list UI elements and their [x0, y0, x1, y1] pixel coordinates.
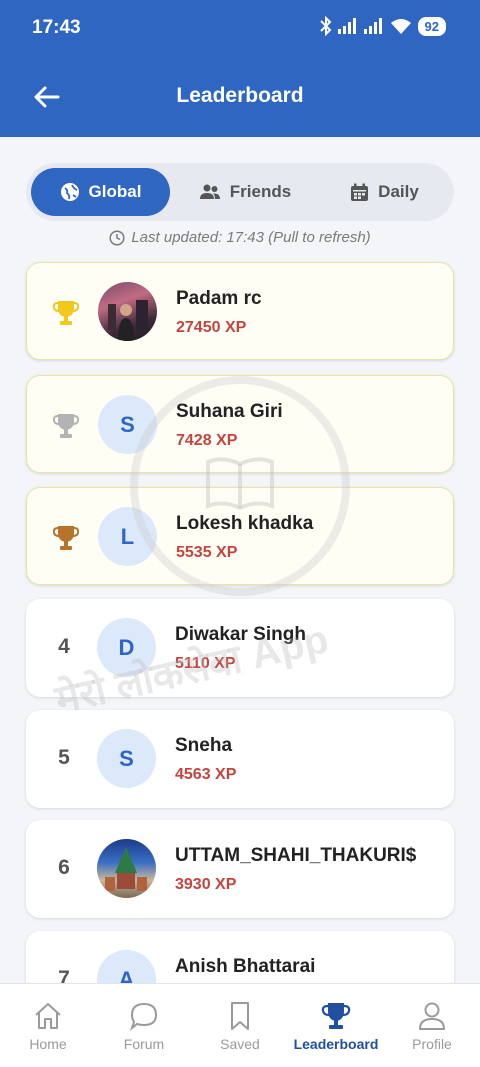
forum-icon — [129, 1002, 158, 1031]
nav-home[interactable]: Home — [0, 984, 96, 1067]
profile-icon — [419, 1002, 445, 1030]
player-xp: 5535 XP — [176, 544, 238, 561]
player-name: Anish Bhattarai — [175, 956, 316, 977]
user-photo — [105, 847, 147, 891]
tab-daily-label: Daily — [378, 182, 419, 201]
nav-saved[interactable]: Saved — [192, 984, 288, 1067]
nav-forum[interactable]: Forum — [96, 984, 192, 1067]
player-name: Padam rc — [176, 288, 262, 309]
nav-leaderboard[interactable]: Leaderboard — [288, 984, 384, 1067]
leaderboard-row[interactable]: 7 A Anish Bhattarai — [26, 931, 454, 983]
tab-global[interactable]: Global — [31, 168, 170, 216]
player-xp: 3930 XP — [175, 876, 237, 893]
bottom-nav: Home Forum Saved Leaderboard Profile — [0, 983, 480, 1067]
avatar: S — [98, 395, 157, 454]
rank-number: 4 — [58, 635, 70, 658]
player-name: Diwakar Singh — [175, 624, 306, 645]
leaderboard-list[interactable]: Global Friends Daily Last updated: 17:43… — [0, 0, 480, 983]
avatar — [98, 282, 157, 341]
player-name: Sneha — [175, 735, 233, 756]
leaderboard-row[interactable]: 6 UTTAM_SHAHI_THAKURI$ 3930 XP — [26, 820, 454, 918]
nav-home-label: Home — [29, 1036, 67, 1052]
gold-trophy-icon — [53, 301, 79, 325]
friends-icon — [199, 184, 220, 199]
player-xp: 7428 XP — [176, 432, 238, 449]
avatar: D — [97, 618, 156, 677]
nav-profile-label: Profile — [412, 1036, 452, 1052]
bronze-trophy-icon — [53, 526, 79, 550]
last-updated: Last updated: 17:43 (Pull to refresh) — [0, 229, 480, 246]
avatar: L — [98, 507, 157, 566]
nav-saved-label: Saved — [220, 1036, 260, 1052]
player-name: Suhana Giri — [176, 401, 283, 422]
player-name: UTTAM_SHAHI_THAKURI$ — [175, 845, 417, 866]
rank-number: 7 — [58, 967, 70, 983]
tab-friends[interactable]: Friends — [180, 168, 310, 216]
leaderboard-row[interactable]: L Lokesh khadka 5535 XP — [26, 487, 454, 585]
leaderboard-tabs: Global Friends Daily — [26, 163, 454, 221]
leaderboard-row[interactable]: S Suhana Giri 7428 XP — [26, 375, 454, 473]
avatar — [97, 839, 156, 898]
leaderboard-row[interactable]: 5 S Sneha 4563 XP — [26, 710, 454, 808]
calendar-icon — [351, 183, 369, 201]
leaderboard-row[interactable]: 4 D Diwakar Singh 5110 XP — [26, 599, 454, 697]
tab-friends-label: Friends — [229, 182, 292, 201]
leaderboard-row[interactable]: Padam rc 27450 XP — [26, 262, 454, 360]
nav-profile[interactable]: Profile — [384, 984, 480, 1067]
silver-trophy-icon — [53, 414, 79, 438]
trophy-icon — [321, 1003, 351, 1029]
clock-icon — [109, 229, 125, 246]
user-photo — [108, 300, 148, 341]
nav-forum-label: Forum — [123, 1036, 165, 1052]
player-xp: 27450 XP — [176, 319, 247, 336]
avatar: A — [97, 950, 156, 983]
tab-daily[interactable]: Daily — [320, 168, 449, 216]
avatar: S — [97, 729, 156, 788]
rank-number: 5 — [58, 746, 70, 769]
rank-number: 6 — [58, 856, 70, 879]
globe-icon — [60, 183, 79, 201]
home-icon — [35, 1003, 61, 1029]
player-xp: 5110 XP — [175, 655, 236, 672]
bookmark-icon — [231, 1002, 249, 1030]
player-name: Lokesh khadka — [176, 513, 314, 534]
last-updated-text: Last updated: 17:43 (Pull to refresh) — [131, 229, 371, 246]
nav-leaderboard-label: Leaderboard — [293, 1036, 379, 1052]
tab-global-label: Global — [88, 182, 142, 201]
player-xp: 4563 XP — [175, 766, 237, 783]
